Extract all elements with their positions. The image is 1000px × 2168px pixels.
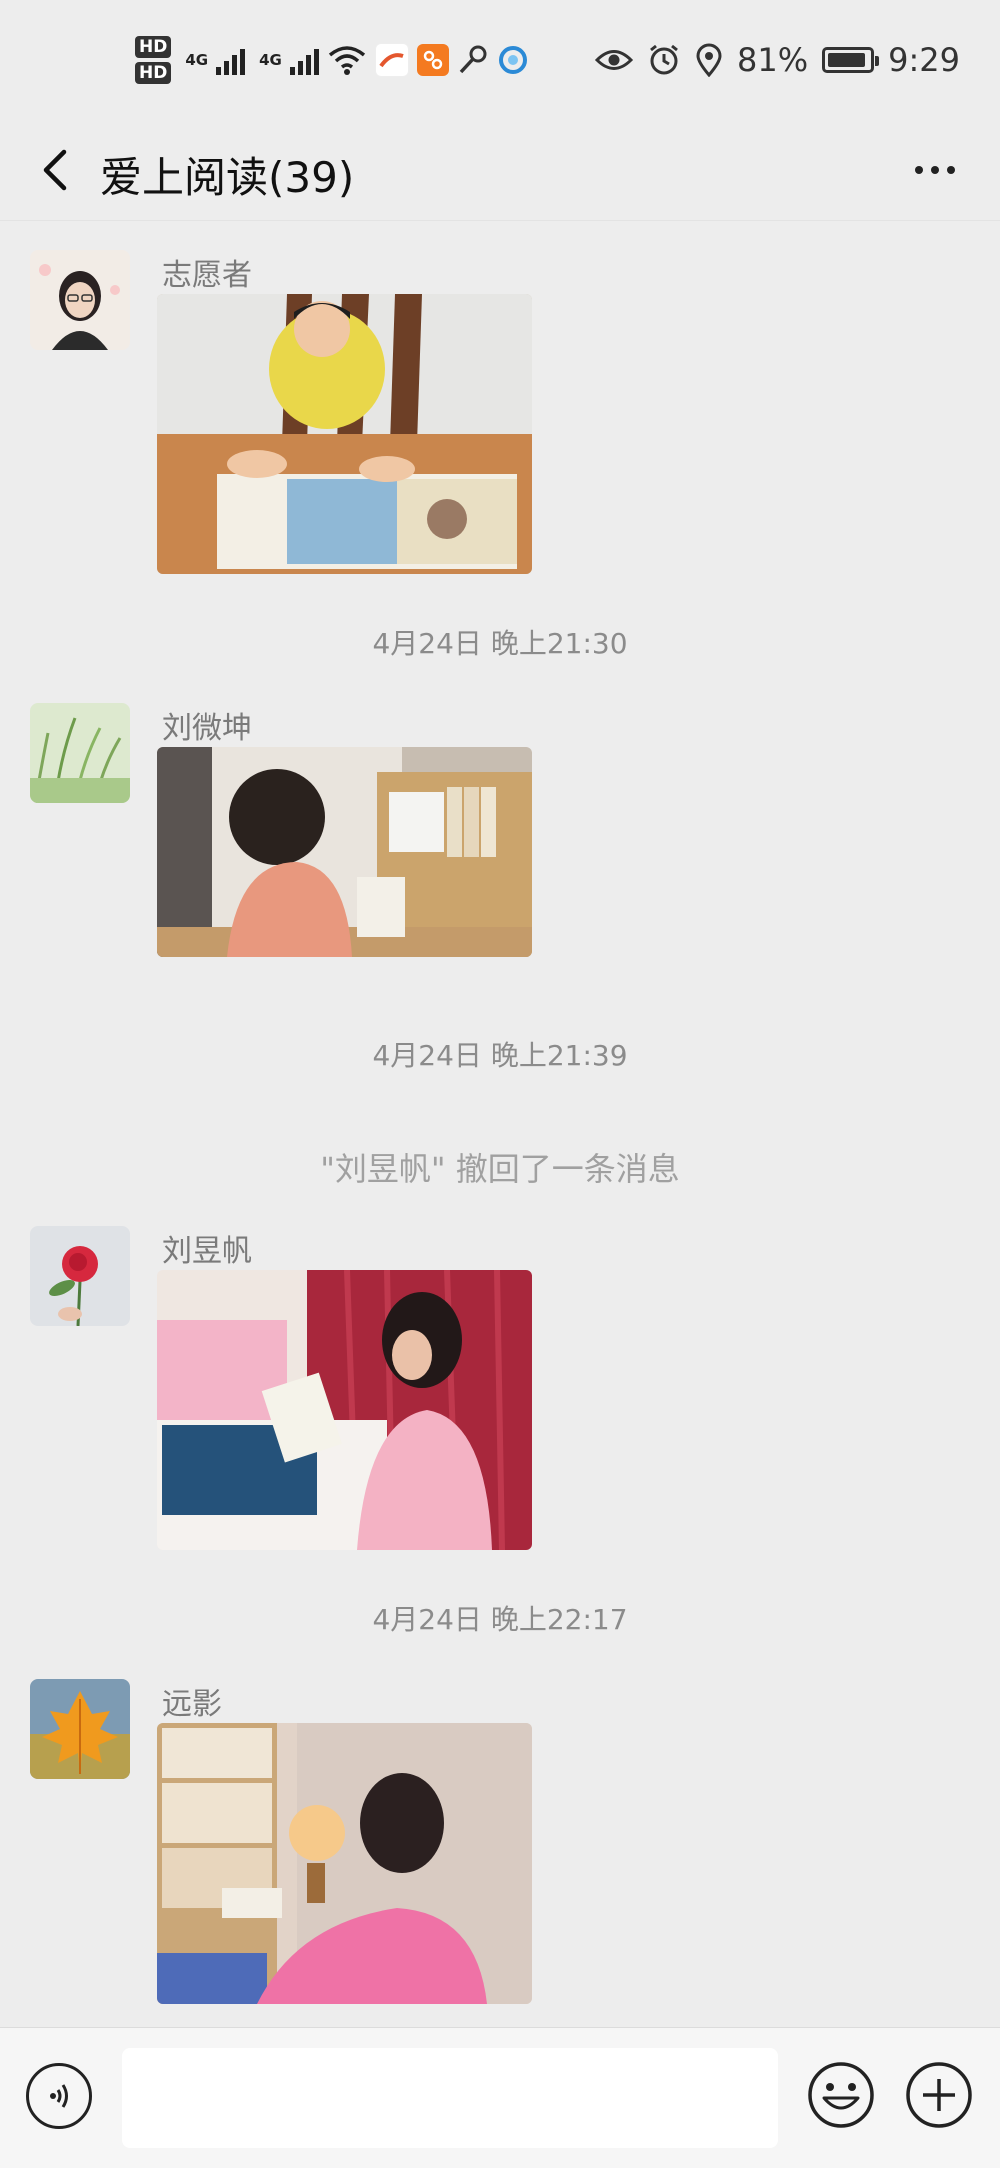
sender-name: 远影 [162, 1687, 222, 1722]
add-icon[interactable] [904, 2060, 974, 2130]
clock: 9:29 [888, 41, 960, 79]
chat-title: 爱上阅读(39) [100, 153, 355, 202]
message-photo[interactable] [157, 747, 532, 957]
status-left: HD HD 4G 4G [135, 30, 529, 90]
emoji-icon[interactable] [806, 2060, 876, 2130]
timestamp: 4月24日 晚上21:30 [372, 627, 628, 660]
sender-name: 刘微坤 [162, 711, 252, 746]
app-icon-2 [416, 44, 449, 76]
app-icon-3 [498, 46, 527, 74]
timestamp: 4月24日 晚上21:39 [372, 1039, 628, 1072]
message-photo[interactable] [157, 1270, 532, 1550]
more-options-icon[interactable] [900, 142, 970, 198]
timestamp: 4月24日 晚上22:17 [372, 1603, 628, 1636]
signal-icon-2 [289, 45, 319, 75]
voice-input-icon[interactable] [26, 2063, 92, 2129]
signal-icon-1 [216, 45, 246, 75]
eye-icon [595, 50, 634, 70]
back-arrow-icon[interactable] [30, 142, 86, 198]
sender-name: 刘昱帆 [162, 1234, 252, 1269]
alarm-icon [650, 44, 678, 75]
location-icon [696, 43, 722, 77]
battery-icon [822, 47, 880, 73]
message-input[interactable] [122, 2048, 778, 2148]
recall-notice: "刘昱帆" 撤回了一条消息 [320, 1150, 680, 1188]
app-icon-1 [374, 43, 409, 77]
avatar[interactable] [30, 1679, 130, 1779]
network-type-1: 4G [185, 51, 209, 69]
status-bar: HD HD 4G 4G 81% 9:29 [0, 0, 1000, 120]
avatar[interactable] [30, 1226, 130, 1326]
battery-percent: 81% [737, 41, 809, 79]
hd1-badge: HD [135, 36, 172, 58]
avatar[interactable] [30, 703, 130, 803]
sender-name: 志愿者 [162, 258, 252, 293]
hd-badges: HD HD [135, 36, 172, 84]
message-photo[interactable] [157, 1723, 532, 2004]
wifi-icon [328, 46, 365, 75]
message-photo[interactable] [157, 294, 532, 574]
network-type-2: 4G [259, 51, 282, 69]
avatar[interactable] [30, 250, 130, 350]
status-right: 81% 9:29 [595, 30, 960, 90]
hd2-badge: HD [135, 62, 172, 84]
chat-header: 爱上阅读(39) [0, 120, 1000, 221]
key-icon [459, 45, 487, 74]
input-bar [0, 2027, 1000, 2168]
